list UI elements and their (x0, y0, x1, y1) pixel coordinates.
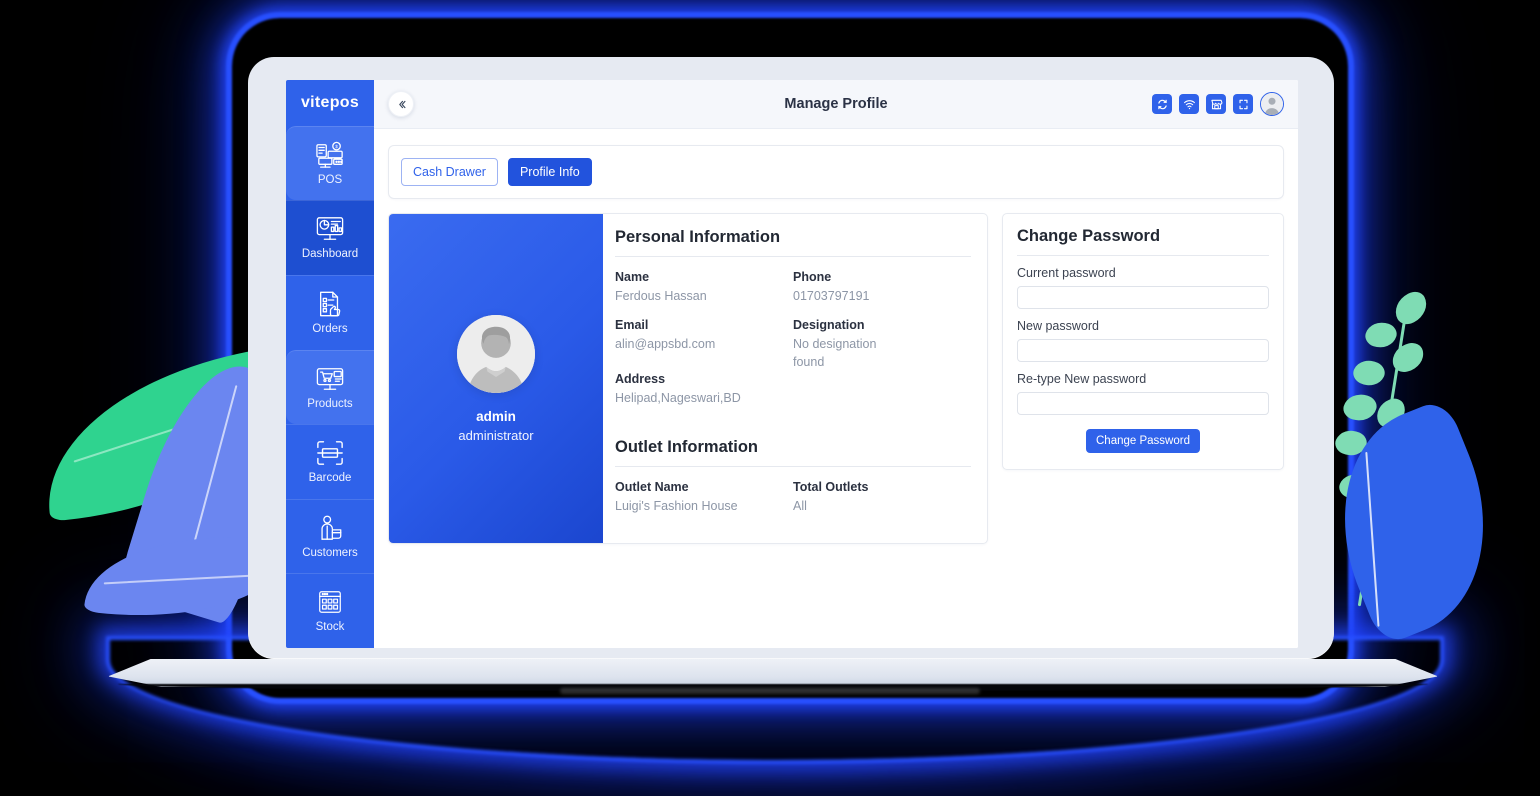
wifi-icon[interactable] (1179, 94, 1199, 114)
sidebar-item-barcode[interactable]: Barcode (286, 424, 374, 499)
svg-text:$: $ (335, 144, 338, 149)
field-email: Email alin@appsbd.com (615, 317, 793, 354)
personal-information-heading: Personal Information (615, 228, 971, 258)
sidebar-item-label: Customers (302, 546, 358, 559)
change-password-card: Change Password Current password New pas… (1002, 213, 1284, 471)
field-value: Helipad,Nageswari,BD (615, 390, 741, 405)
field-value: Luigi's Fashion House (615, 499, 738, 514)
field-address: Address Helipad,Nageswari,BD (615, 371, 793, 408)
outlet-info-col-left: Outlet Name Luigi's Fashion House (615, 479, 793, 527)
sidebar-item-dashboard[interactable]: Dashboard (286, 200, 374, 275)
field-designation: Designation No designation found (793, 317, 971, 371)
profile-avatar (457, 314, 535, 393)
topbar: Manage Profile (374, 80, 1298, 129)
new-password-input[interactable] (1017, 339, 1269, 363)
sidebar-item-label: Stock (315, 621, 345, 634)
field-outlet-name: Outlet Name Luigi's Fashion House (615, 479, 793, 516)
tab-profile-info[interactable]: Profile Info (507, 158, 592, 187)
field-label: Phone (793, 270, 832, 285)
store-icon[interactable] (1206, 94, 1226, 114)
personal-info-grid: Name Ferdous Hassan Email alin@appsbd.co… (615, 269, 971, 418)
personal-info-col-left: Name Ferdous Hassan Email alin@appsbd.co… (615, 269, 793, 418)
content-area: Cash Drawer Profile Info admin administr… (374, 129, 1298, 648)
user-avatar-icon (457, 314, 535, 393)
field-label: Outlet Name (615, 480, 689, 495)
outlet-info-col-right: Total Outlets All (793, 479, 971, 527)
retype-password-input[interactable] (1017, 392, 1269, 416)
laptop-trackpad-notch (560, 688, 980, 694)
field-value: No designation found (793, 336, 877, 369)
current-password-input[interactable] (1017, 286, 1269, 310)
cards-row: admin administrator Personal Information… (388, 213, 1284, 544)
sidebar-item-stock[interactable]: Stock (286, 573, 374, 648)
sidebar-item-orders[interactable]: Orders (286, 274, 374, 350)
retype-password-label: Re-type New password (1017, 372, 1147, 387)
change-password-heading: Change Password (1017, 227, 1269, 257)
stock-grid-icon (315, 588, 345, 616)
field-label: Total Outlets (793, 480, 869, 495)
outlet-information-heading: Outlet Information (615, 438, 971, 468)
change-password-button[interactable]: Change Password (1086, 429, 1200, 454)
sidebar-item-label: Dashboard (301, 248, 359, 261)
sidebar-item-label: Barcode (308, 472, 352, 485)
field-phone: Phone 01703797191 (793, 269, 971, 306)
chevron-double-left-icon (398, 100, 406, 108)
tab-cash-drawer[interactable]: Cash Drawer (401, 158, 498, 187)
sidebar-item-label: Orders (312, 323, 348, 336)
tab-toolbar: Cash Drawer Profile Info (388, 145, 1284, 200)
barcode-scan-icon (315, 439, 345, 467)
user-avatar-icon (1261, 93, 1283, 115)
field-total-outlets: Total Outlets All (793, 479, 971, 516)
avatar[interactable] (1260, 92, 1284, 116)
current-password-label: Current password (1017, 266, 1116, 281)
dashboard-monitor-icon (315, 215, 345, 243)
app-logo[interactable]: vitepos (286, 80, 374, 126)
sidebar-item-customers[interactable]: Customers (286, 498, 374, 574)
orders-checklist-icon (315, 290, 345, 318)
products-monitor-icon (315, 365, 345, 393)
personal-info-col-right: Phone 01703797191 Designation No designa… (793, 269, 971, 418)
laptop-base (108, 659, 1438, 687)
sidebar-item-pos[interactable]: $ POS (286, 125, 374, 201)
main-panel: Manage Profile Cash Drawer Profile Info … (374, 80, 1298, 648)
sidebar-item-label: Products (307, 397, 353, 410)
sidebar-item-products[interactable]: Products (286, 349, 374, 425)
profile-details: Personal Information Name Ferdous Hassan… (603, 214, 987, 543)
profile-username: admin (476, 408, 516, 424)
sidebar-item-label: POS (317, 173, 343, 186)
field-label: Email (615, 318, 649, 332)
field-value: Ferdous Hassan (615, 289, 707, 304)
topbar-actions (1152, 92, 1284, 116)
field-label: Name (615, 270, 650, 285)
pos-terminal-icon: $ (315, 141, 345, 169)
profile-card: admin administrator Personal Information… (388, 213, 988, 544)
outlet-info-grid: Outlet Name Luigi's Fashion House Total … (615, 479, 971, 527)
field-name: Name Ferdous Hassan (615, 269, 793, 306)
profile-role: administrator (458, 427, 534, 443)
new-password-label: New password (1017, 319, 1099, 334)
fullscreen-icon[interactable] (1233, 94, 1253, 114)
sidebar: vitepos $ POS Dashboard Orders Products … (286, 80, 374, 648)
field-value: 01703797191 (793, 289, 870, 304)
field-label: Address (615, 371, 666, 386)
sync-icon[interactable] (1152, 94, 1172, 114)
field-value: All (793, 499, 807, 514)
scene: vitepos $ POS Dashboard Orders Products … (0, 0, 1540, 796)
app-screen: vitepos $ POS Dashboard Orders Products … (286, 80, 1298, 648)
profile-identity: admin administrator (389, 214, 603, 543)
customer-person-icon (315, 514, 345, 542)
field-label: Designation (793, 318, 865, 332)
field-value: alin@appsbd.com (615, 336, 716, 351)
sidebar-collapse-button[interactable] (388, 91, 414, 117)
